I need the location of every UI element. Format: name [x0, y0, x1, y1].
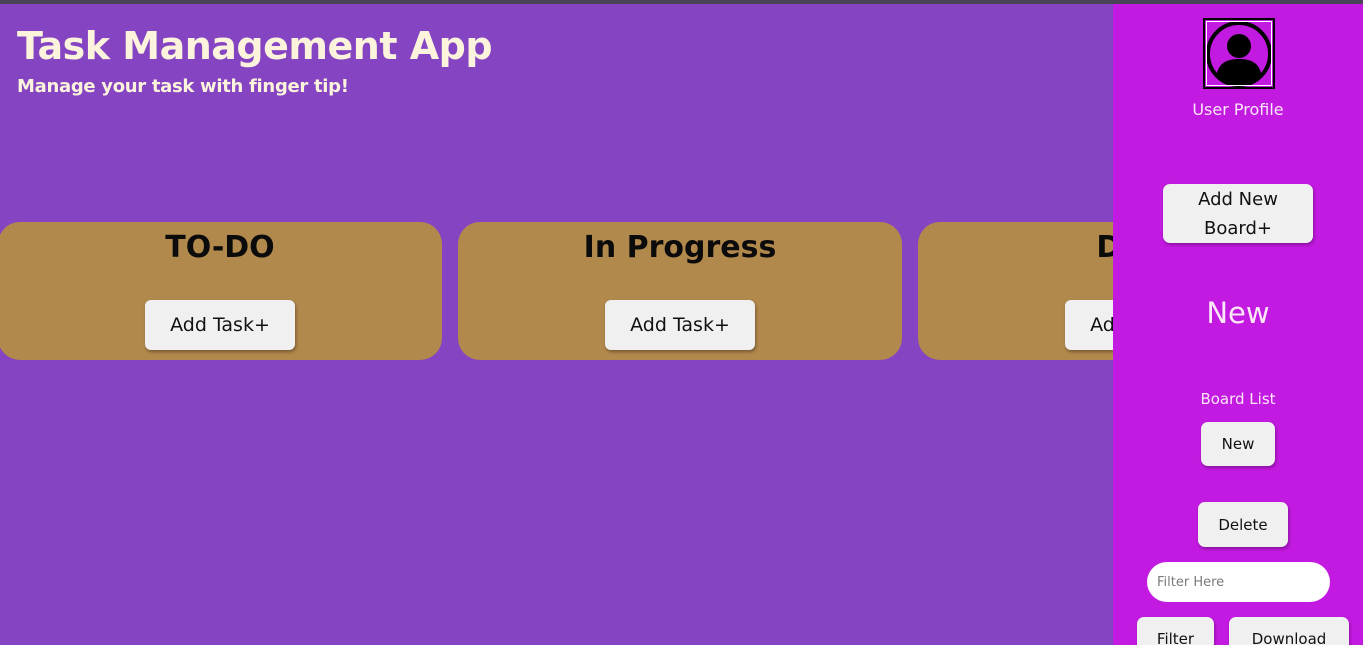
- board-columns: TO-DO Add Task+ In Progress Add Task+ Do…: [0, 222, 1113, 362]
- add-board-label-line1: Add New: [1198, 188, 1278, 210]
- active-board-name: New: [1206, 296, 1270, 330]
- download-button[interactable]: Download: [1229, 617, 1349, 645]
- add-task-button[interactable]: Add Task+: [605, 300, 755, 350]
- add-board-label-line2: Board+: [1204, 217, 1272, 239]
- board-list-item[interactable]: New: [1201, 422, 1275, 466]
- user-avatar-icon[interactable]: [1203, 18, 1275, 89]
- filter-input[interactable]: [1147, 562, 1330, 602]
- app-header: Task Management App Manage your task wit…: [17, 24, 493, 97]
- delete-button[interactable]: Delete: [1198, 502, 1288, 547]
- add-new-board-button[interactable]: Add New Board+: [1163, 184, 1313, 243]
- column-title: In Progress: [583, 230, 777, 265]
- app-subtitle: Manage your task with finger tip!: [17, 76, 349, 97]
- user-profile-label: User Profile: [1192, 100, 1284, 119]
- column-done: Done Add Task+: [918, 222, 1113, 360]
- add-task-button[interactable]: Add Task+: [1065, 300, 1113, 350]
- add-task-button[interactable]: Add Task+: [145, 300, 295, 350]
- column-title: TO-DO: [165, 230, 275, 265]
- sidebar: User Profile Add New Board+ New Board Li…: [1113, 4, 1363, 645]
- column-in-progress: In Progress Add Task+: [458, 222, 902, 360]
- column-title: Done: [1096, 230, 1113, 265]
- filter-button[interactable]: Filter: [1137, 617, 1214, 645]
- app-title: Task Management App: [17, 24, 493, 68]
- column-todo: TO-DO Add Task+: [0, 222, 442, 360]
- board-list-label: Board List: [1200, 390, 1276, 408]
